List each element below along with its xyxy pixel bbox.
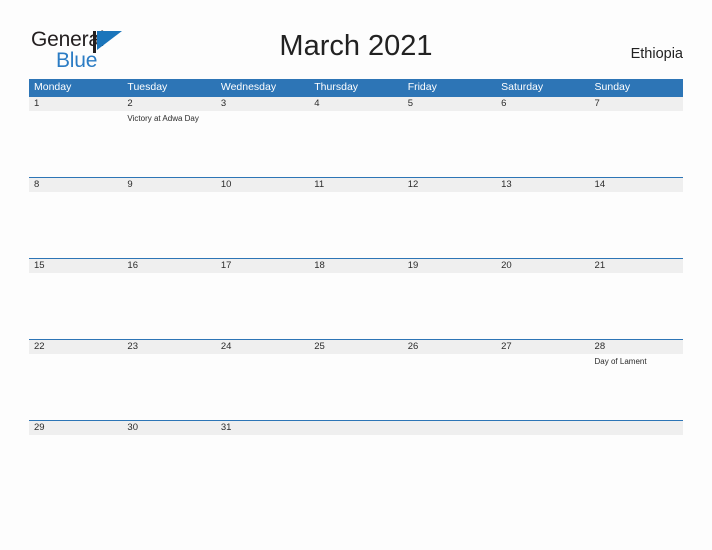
day-event: Day of Lament <box>594 357 647 366</box>
day-cell[interactable] <box>29 273 122 339</box>
day-cell[interactable] <box>403 192 496 258</box>
day-number[interactable]: 11 <box>309 178 402 192</box>
day-number <box>403 421 496 435</box>
day-number[interactable]: 23 <box>122 340 215 354</box>
day-number[interactable]: 14 <box>590 178 683 192</box>
day-number[interactable]: 25 <box>309 340 402 354</box>
page-title: March 2021 <box>279 30 433 62</box>
day-cell[interactable] <box>309 111 402 177</box>
day-cell[interactable] <box>122 273 215 339</box>
day-number[interactable]: 24 <box>216 340 309 354</box>
day-number[interactable]: 30 <box>122 421 215 435</box>
day-cell[interactable] <box>309 273 402 339</box>
day-cell[interactable] <box>403 111 496 177</box>
day-number <box>496 421 589 435</box>
calendar-grid: Monday Tuesday Wednesday Thursday Friday… <box>29 79 683 435</box>
day-number[interactable]: 1 <box>29 97 122 111</box>
day-number[interactable]: 2 <box>122 97 215 111</box>
week-date-band: 29 30 31 <box>29 421 683 435</box>
day-cell[interactable] <box>309 192 402 258</box>
country-label: Ethiopia <box>630 46 683 62</box>
day-number[interactable]: 28 <box>590 340 683 354</box>
weekday-header-wednesday: Wednesday <box>220 81 277 93</box>
day-cell[interactable] <box>122 192 215 258</box>
day-number[interactable]: 19 <box>403 259 496 273</box>
calendar-week-row: 15 16 17 18 19 20 21 <box>29 258 683 339</box>
day-number[interactable]: 17 <box>216 259 309 273</box>
day-number[interactable]: 5 <box>403 97 496 111</box>
week-body-row <box>29 273 683 339</box>
day-number[interactable]: 18 <box>309 259 402 273</box>
week-date-band: 1 2 3 4 5 6 7 <box>29 97 683 111</box>
day-cell[interactable] <box>496 354 589 420</box>
day-cell[interactable]: Victory at Adwa Day <box>122 111 215 177</box>
day-cell[interactable] <box>403 354 496 420</box>
day-number[interactable]: 29 <box>29 421 122 435</box>
day-cell[interactable] <box>216 111 309 177</box>
day-number[interactable]: 22 <box>29 340 122 354</box>
day-number[interactable]: 6 <box>496 97 589 111</box>
day-event: Victory at Adwa Day <box>127 114 199 123</box>
day-cell[interactable] <box>403 273 496 339</box>
day-number[interactable]: 8 <box>29 178 122 192</box>
day-number[interactable]: 15 <box>29 259 122 273</box>
day-number[interactable]: 7 <box>590 97 683 111</box>
page-header: General Blue March 2021 Ethiopia <box>0 0 712 79</box>
day-number[interactable]: 21 <box>590 259 683 273</box>
week-date-band: 15 16 17 18 19 20 21 <box>29 259 683 273</box>
week-date-band: 8 9 10 11 12 13 14 <box>29 178 683 192</box>
weekday-header-row: Monday Tuesday Wednesday Thursday Friday… <box>29 79 683 96</box>
weekday-header-tuesday: Tuesday <box>127 81 168 93</box>
weekday-header-monday: Monday <box>34 81 72 93</box>
day-cell[interactable] <box>590 192 683 258</box>
week-body-row <box>29 192 683 258</box>
weekday-header-sunday: Sunday <box>594 81 631 93</box>
day-number[interactable]: 31 <box>216 421 309 435</box>
day-number <box>590 421 683 435</box>
day-number[interactable]: 26 <box>403 340 496 354</box>
day-cell[interactable] <box>216 354 309 420</box>
day-cell[interactable] <box>496 111 589 177</box>
week-body-row: Victory at Adwa Day <box>29 111 683 177</box>
week-body-row: Day of Lament <box>29 354 683 420</box>
day-cell[interactable] <box>29 192 122 258</box>
day-cell[interactable] <box>590 273 683 339</box>
day-cell[interactable] <box>29 354 122 420</box>
day-cell[interactable] <box>122 354 215 420</box>
day-number[interactable]: 10 <box>216 178 309 192</box>
day-number[interactable]: 9 <box>122 178 215 192</box>
day-cell[interactable] <box>496 273 589 339</box>
day-cell[interactable]: Day of Lament <box>590 354 683 420</box>
day-number[interactable]: 3 <box>216 97 309 111</box>
day-cell[interactable] <box>496 192 589 258</box>
day-number[interactable]: 4 <box>309 97 402 111</box>
calendar-week-row: 8 9 10 11 12 13 14 <box>29 177 683 258</box>
weekday-header-friday: Friday <box>407 81 437 93</box>
day-number[interactable]: 20 <box>496 259 589 273</box>
weekday-header-thursday: Thursday <box>314 81 359 93</box>
day-number[interactable]: 16 <box>122 259 215 273</box>
day-cell[interactable] <box>29 111 122 177</box>
day-number[interactable]: 12 <box>403 178 496 192</box>
day-number[interactable]: 27 <box>496 340 589 354</box>
calendar-week-row: 22 23 24 25 26 27 28 Day of Lament <box>29 339 683 420</box>
week-date-band: 22 23 24 25 26 27 28 <box>29 340 683 354</box>
day-cell[interactable] <box>216 273 309 339</box>
calendar-week-row: 29 30 31 <box>29 420 683 435</box>
day-number[interactable]: 13 <box>496 178 589 192</box>
calendar-week-row: 1 2 3 4 5 6 7 Victory at Adwa Day <box>29 96 683 177</box>
day-cell[interactable] <box>590 111 683 177</box>
day-number <box>309 421 402 435</box>
day-cell[interactable] <box>216 192 309 258</box>
weekday-header-saturday: Saturday <box>501 81 544 93</box>
day-cell[interactable] <box>309 354 402 420</box>
